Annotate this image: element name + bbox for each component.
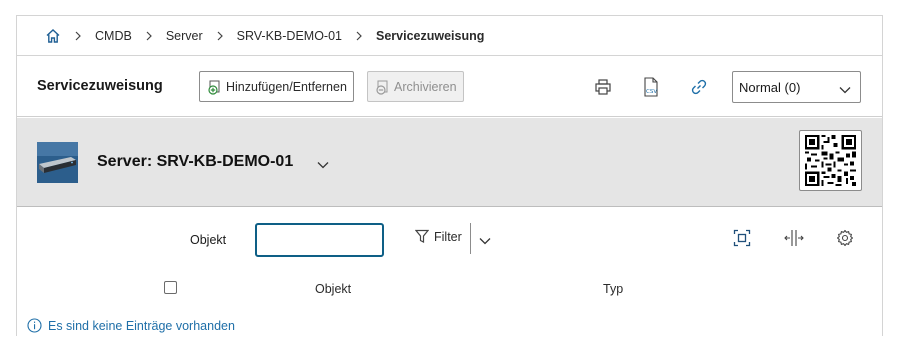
svg-text:CSV: CSV (646, 89, 657, 95)
chevron-down-icon (839, 82, 851, 97)
object-filter-input[interactable] (255, 223, 384, 257)
printer-icon[interactable] (593, 77, 613, 97)
filter-icon (415, 229, 429, 244)
chevron-right-icon (74, 31, 82, 41)
home-icon[interactable] (45, 28, 61, 44)
view-select[interactable]: Normal (0) (732, 71, 861, 103)
csv-export-icon[interactable]: CSV (641, 77, 661, 97)
server-icon (37, 142, 78, 183)
breadcrumb-item-server[interactable]: Server (166, 29, 203, 43)
chevron-right-icon (145, 31, 153, 41)
select-all-checkbox[interactable] (164, 281, 177, 294)
info-icon (27, 318, 42, 333)
object-filter-label: Objekt (190, 233, 227, 247)
add-remove-button[interactable]: Hinzufügen/Entfernen (199, 71, 354, 102)
add-remove-label: Hinzufügen/Entfernen (226, 79, 347, 94)
toolbar: Servicezuweisung Hinzufügen/Entfernen Ar… (17, 57, 882, 117)
fit-screen-icon[interactable] (732, 228, 752, 248)
archive-label: Archivieren (394, 79, 457, 94)
archive-icon (375, 79, 391, 95)
chevron-right-icon (355, 31, 363, 41)
object-header: Server: SRV-KB-DEMO-01 (17, 118, 882, 207)
qr-code-icon[interactable] (799, 130, 862, 191)
filter-button[interactable]: Filter (415, 229, 462, 244)
breadcrumb-current: Servicezuweisung (376, 28, 485, 43)
column-header-typ[interactable]: Typ (603, 282, 623, 296)
filter-label: Filter (434, 229, 462, 244)
settings-gear-icon[interactable] (835, 228, 855, 248)
breadcrumb-item-cmdb[interactable]: CMDB (95, 29, 132, 43)
chevron-down-icon[interactable] (479, 232, 491, 250)
empty-message-text: Es sind keine Einträge vorhanden (48, 318, 235, 333)
add-icon (207, 79, 223, 95)
link-icon[interactable] (689, 77, 709, 97)
view-select-value: Normal (0) (739, 79, 801, 95)
column-header-objekt[interactable]: Objekt (315, 282, 351, 296)
archive-button[interactable]: Archivieren (367, 71, 464, 102)
page-title: Servicezuweisung (37, 78, 163, 94)
chevron-right-icon (216, 31, 224, 41)
column-resize-icon[interactable] (784, 228, 804, 248)
empty-message: Es sind keine Einträge vorhanden (27, 318, 235, 333)
breadcrumb-item-object[interactable]: SRV-KB-DEMO-01 (237, 29, 342, 43)
filter-divider (470, 223, 471, 254)
main-frame: CMDB Server SRV-KB-DEMO-01 Servicezuweis… (16, 15, 883, 336)
object-title: Server: SRV-KB-DEMO-01 (97, 153, 294, 170)
chevron-down-icon[interactable] (317, 156, 329, 174)
breadcrumb: CMDB Server SRV-KB-DEMO-01 Servicezuweis… (17, 16, 882, 56)
